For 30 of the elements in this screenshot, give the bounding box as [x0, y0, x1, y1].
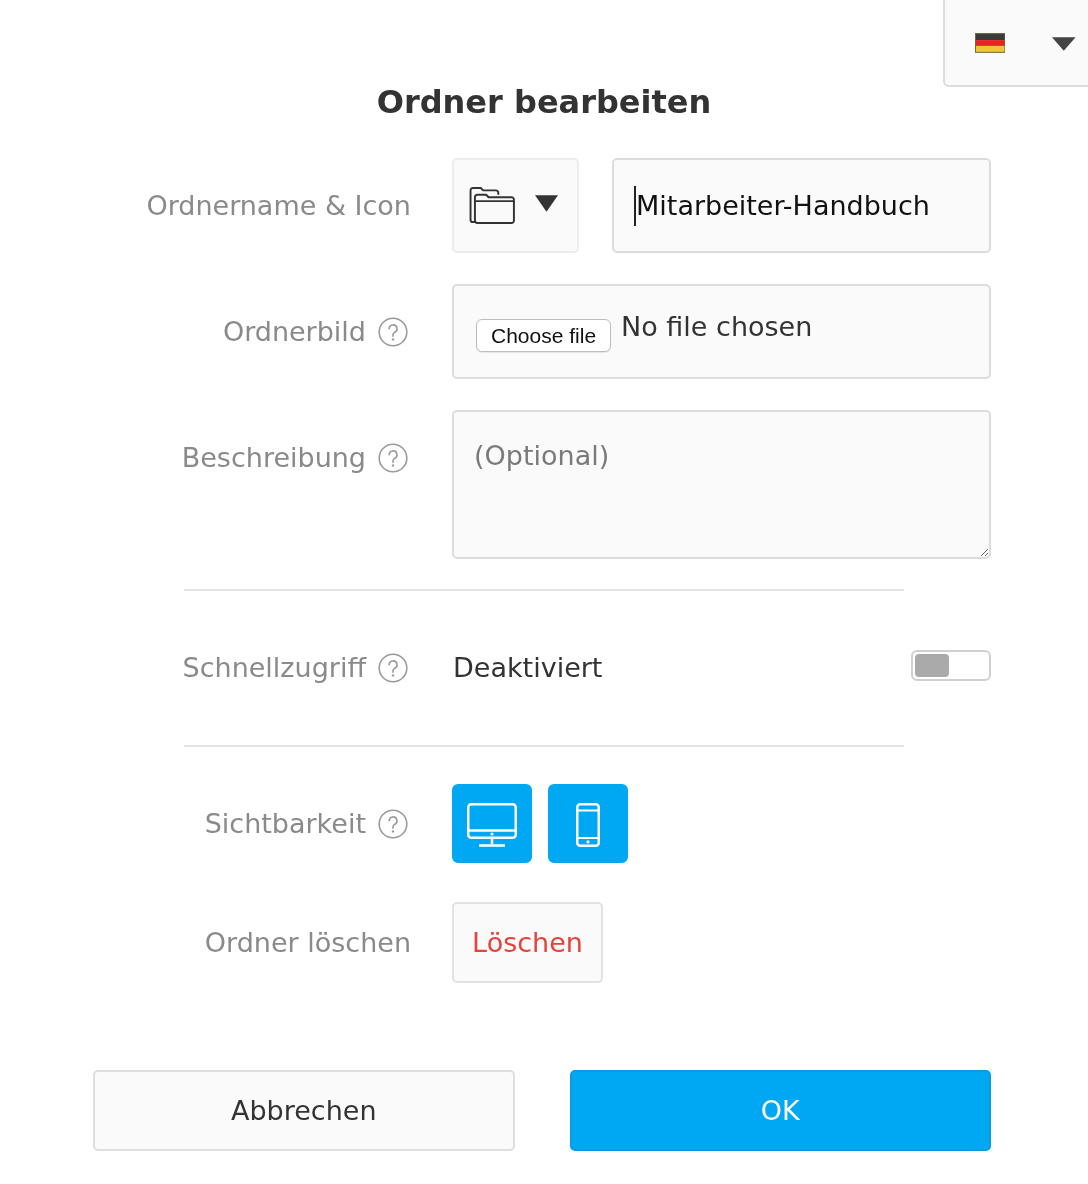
- choose-file-button[interactable]: Choose file: [476, 319, 612, 352]
- toggle-switch[interactable]: [911, 649, 991, 681]
- help-icon[interactable]: [378, 442, 408, 473]
- delete-button[interactable]: Löschen: [452, 902, 603, 983]
- help-icon[interactable]: [378, 808, 408, 839]
- icon-picker-button[interactable]: [452, 158, 579, 253]
- field-label: Sichtbarkeit: [204, 808, 366, 839]
- dialog-title: Ordner bearbeiten: [375, 82, 713, 122]
- language-selector[interactable]: [943, 0, 1088, 87]
- mobile-visibility-button[interactable]: [548, 784, 628, 863]
- file-status-text: No file chosen: [621, 311, 813, 342]
- desktop-visibility-button[interactable]: [452, 784, 532, 863]
- caret-icon: [535, 195, 558, 212]
- caret-icon: [1052, 37, 1076, 51]
- monitor-icon: [467, 802, 517, 847]
- status-text: Deaktiviert: [452, 652, 603, 683]
- field-label: Ordner löschen: [204, 927, 411, 958]
- field-label: Schnellzugriff: [182, 652, 366, 683]
- field-label: Ordnerbild: [222, 316, 366, 347]
- folder-icon: [468, 186, 515, 225]
- file-input-field[interactable]: Choose file No file chosen: [452, 284, 991, 379]
- cancel-button[interactable]: Abbrechen: [93, 1070, 515, 1151]
- help-icon[interactable]: [378, 652, 408, 683]
- smartphone-icon: [576, 802, 600, 847]
- flag-icon: [975, 32, 1006, 53]
- field-label: Ordnername & Icon: [146, 190, 411, 221]
- field-label: Beschreibung: [181, 442, 366, 473]
- help-icon[interactable]: [378, 316, 408, 347]
- folder-name-field[interactable]: Mitarbeiter-Handbuch: [612, 158, 991, 253]
- description-field[interactable]: (Optional): [452, 410, 991, 559]
